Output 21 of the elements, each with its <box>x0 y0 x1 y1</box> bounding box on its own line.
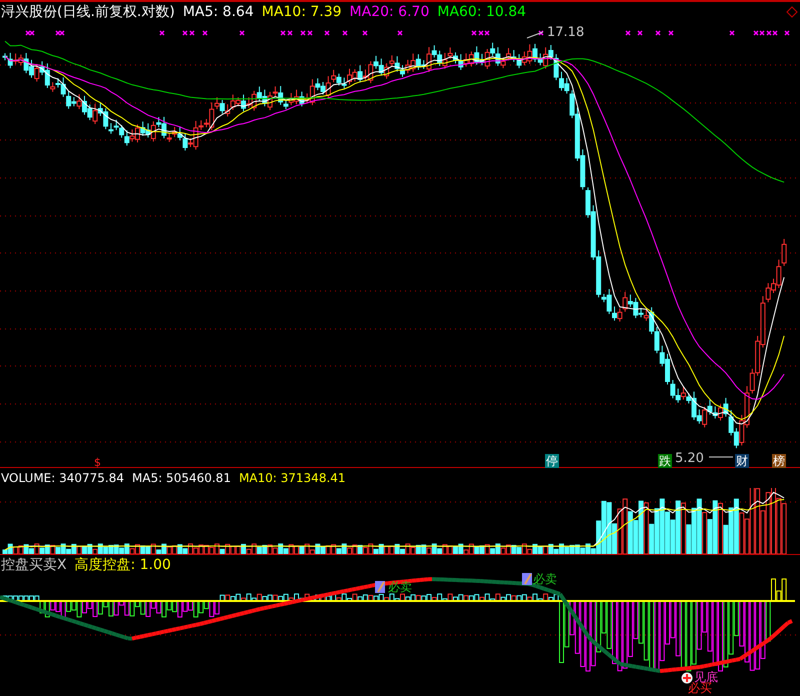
panel-title: 控盘买卖X <box>1 556 67 574</box>
signal-mark: $ <box>94 457 101 468</box>
indicator-value: MA60: 10.84 <box>437 4 526 20</box>
signal-label: 必卖 <box>388 581 412 594</box>
event-badge: 榜 <box>772 454 786 468</box>
price-label: 17.18 <box>547 26 584 40</box>
indicator-value: MA10: 371348.41 <box>238 471 346 485</box>
indicator-value: MA5: 505460.81 <box>132 471 231 485</box>
indicator-value: VOLUME: 340775.84 <box>1 471 124 485</box>
indicator-value: 高度控盘: 1.00 <box>74 556 171 574</box>
signal-label: 必卖 <box>533 573 557 586</box>
signal-label: 见底 <box>694 671 718 684</box>
indicator-value: MA20: 6.70 <box>350 4 430 20</box>
price-label: 5.20 <box>675 452 704 466</box>
event-badge: 跌 <box>658 454 672 468</box>
indicator-value: MA5: 8.64 <box>182 4 254 20</box>
panel-title: 浔兴股份(日线.前复权.对数) <box>1 3 175 21</box>
indicator-value: MA10: 7.39 <box>262 4 342 20</box>
event-badge: 财 <box>735 454 749 468</box>
signal-label: 必买 <box>688 682 712 695</box>
event-badge: 停 <box>545 454 559 468</box>
